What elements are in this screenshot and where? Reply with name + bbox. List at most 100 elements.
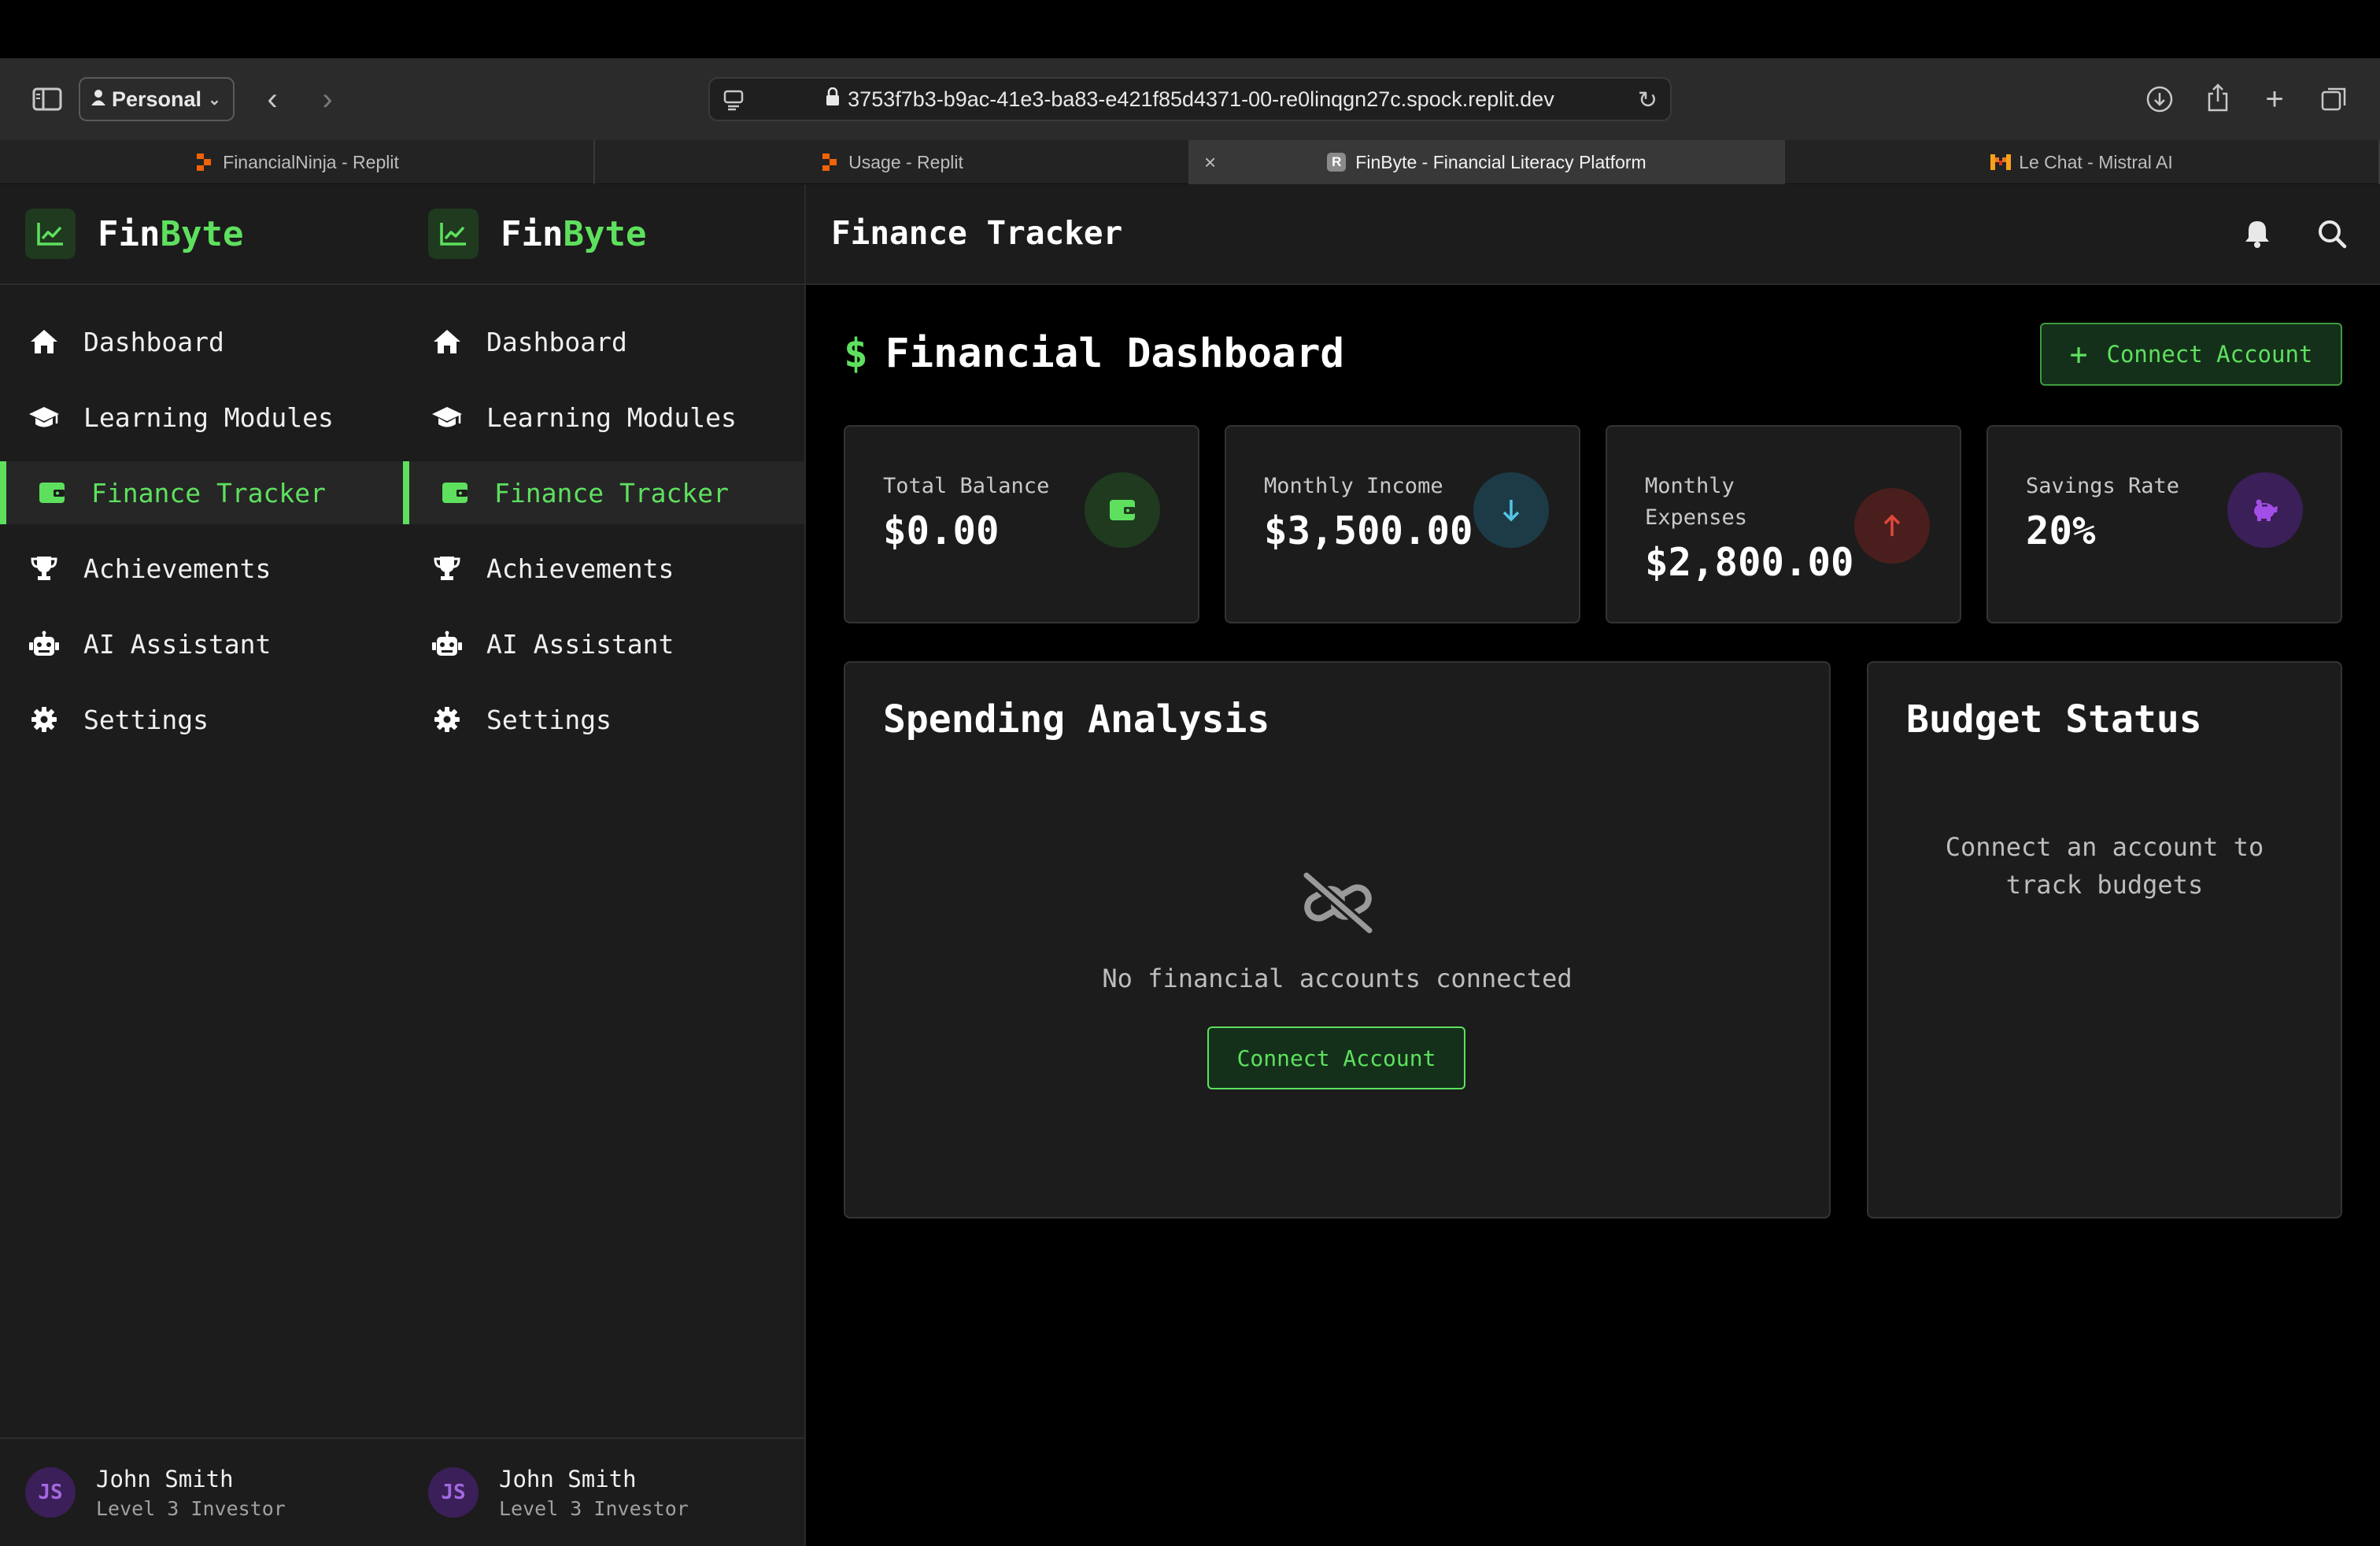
nav-label: Learning Modules <box>83 401 334 433</box>
reload-icon[interactable]: ↻ <box>1638 87 1658 114</box>
empty-state-text: No financial accounts connected <box>1102 963 1572 993</box>
person-icon <box>91 87 105 112</box>
logo-text-prefix: Fin <box>501 213 564 254</box>
connect-account-button[interactable]: + Connect Account <box>2040 323 2342 386</box>
share-icon[interactable] <box>2201 80 2235 115</box>
stat-label: Monthly Income <box>1264 474 1443 498</box>
user-level: Level 3 Investor <box>96 1496 286 1520</box>
connect-account-label: Connect Account <box>2106 341 2313 368</box>
forward-icon[interactable]: › <box>312 82 343 117</box>
graduation-cap-icon <box>28 401 60 433</box>
wallet-icon <box>439 477 471 509</box>
r-icon: R <box>1327 153 1347 172</box>
back-icon[interactable]: ‹ <box>257 82 288 117</box>
nav-settings[interactable]: Settings <box>0 688 403 751</box>
user-name: John Smith <box>499 1465 637 1492</box>
replit-icon <box>820 153 839 172</box>
user-profile[interactable]: JS John Smith Level 3 Investor <box>0 1437 403 1546</box>
sidebar-primary: FinByte Dashboard Learning Modules Finan… <box>0 184 403 1546</box>
user-profile[interactable]: JS John Smith Level 3 Investor <box>403 1437 804 1546</box>
url-text: 3753f7b3-b9ac-41e3-ba83-e421f85d4371-00-… <box>848 87 1554 111</box>
nav-label: Achievements <box>486 553 674 584</box>
arrow-up-icon <box>1854 488 1930 564</box>
panel-title: Spending Analysis <box>883 697 1270 742</box>
browser-tab-bar: FinancialNinja - Replit Usage - Replit ×… <box>0 140 2380 184</box>
robot-icon <box>431 628 463 660</box>
tab-financialninja[interactable]: FinancialNinja - Replit <box>0 140 595 184</box>
mistral-icon <box>1990 153 2012 172</box>
nav-finance-tracker[interactable]: Finance Tracker <box>403 461 804 524</box>
bell-icon[interactable] <box>2245 219 2270 252</box>
main-content: $ Financial Dashboard + Connect Account … <box>806 285 2380 1546</box>
nav-achievements[interactable]: Achievements <box>0 537 403 600</box>
spending-analysis-panel: Spending Analysis No financial accounts … <box>844 661 1831 1219</box>
nav-finance-tracker[interactable]: Finance Tracker <box>0 461 403 524</box>
browser-toolbar: Personal ⌄ ‹ › 3753f7b3-b9ac-41e3-ba83-e… <box>0 58 2380 140</box>
nav-label: AI Assistant <box>486 628 674 660</box>
budget-empty-line-2: track budgets <box>2005 870 2204 900</box>
logo-text-suffix: Byte <box>160 213 244 254</box>
user-name: John Smith <box>96 1465 234 1492</box>
tab-le-chat[interactable]: Le Chat - Mistral AI <box>1785 140 2380 184</box>
logo-text-suffix: Byte <box>563 213 647 254</box>
sidebar-toggle-icon[interactable] <box>30 82 65 117</box>
trophy-icon <box>431 553 463 584</box>
stat-card-monthly-expenses: Monthly Expenses $2,800.00 <box>1606 425 1961 623</box>
profile-label: Personal <box>112 87 202 111</box>
dashboard-title: $ Financial Dashboard <box>844 331 1344 377</box>
gear-icon <box>431 704 463 735</box>
app-root: FinByte Dashboard Learning Modules Finan… <box>0 184 2380 1546</box>
trophy-icon <box>28 553 60 584</box>
logo[interactable]: FinByte <box>0 184 403 285</box>
arrow-down-icon <box>1473 472 1549 548</box>
gear-icon <box>28 704 60 735</box>
unlink-icon <box>1300 871 1376 937</box>
new-tab-icon[interactable]: + <box>2257 82 2292 117</box>
stat-label: Monthly Expenses <box>1645 474 1748 530</box>
nav-label: Settings <box>486 704 612 735</box>
dollar-icon: $ <box>844 331 868 377</box>
stat-card-savings-rate: Savings Rate 20% <box>1986 425 2342 623</box>
tab-label: Usage - Replit <box>848 151 963 172</box>
nav-achievements[interactable]: Achievements <box>403 537 804 600</box>
nav-ai-assistant[interactable]: AI Assistant <box>0 612 403 675</box>
download-icon[interactable] <box>2142 82 2177 117</box>
app-header: Finance Tracker <box>806 184 2380 285</box>
wallet-icon <box>1085 472 1160 548</box>
avatar: JS <box>428 1467 479 1518</box>
connect-account-button[interactable]: Connect Account <box>1207 1026 1465 1089</box>
tab-finbyte[interactable]: × R FinByte - Financial Literacy Platfor… <box>1190 140 1785 184</box>
page-settings-icon[interactable] <box>722 88 746 117</box>
wallet-icon <box>36 477 68 509</box>
chart-line-icon <box>428 209 479 259</box>
tab-overview-icon[interactable] <box>2317 82 2352 117</box>
close-tab-icon[interactable]: × <box>1204 150 1216 175</box>
address-bar[interactable]: 3753f7b3-b9ac-41e3-ba83-e421f85d4371-00-… <box>708 77 1672 121</box>
nav-ai-assistant[interactable]: AI Assistant <box>403 612 804 675</box>
sidebar-secondary: FinByte Dashboard Learning Modules Finan… <box>403 184 806 1546</box>
nav-dashboard[interactable]: Dashboard <box>403 310 804 373</box>
tab-label: FinancialNinja - Replit <box>223 151 399 172</box>
nav-label: Finance Tracker <box>91 477 327 509</box>
stat-value: $3,500.00 <box>1264 509 1473 553</box>
nav-label: Settings <box>83 704 209 735</box>
panel-title: Budget Status <box>1906 697 2202 742</box>
nav-dashboard[interactable]: Dashboard <box>0 310 403 373</box>
nav-learning-modules[interactable]: Learning Modules <box>0 386 403 449</box>
tab-label: FinByte - Financial Literacy Platform <box>1355 151 1646 172</box>
logo[interactable]: FinByte <box>403 184 804 285</box>
tab-usage[interactable]: Usage - Replit <box>595 140 1190 184</box>
home-icon <box>28 326 60 357</box>
profile-selector[interactable]: Personal ⌄ <box>79 77 235 121</box>
nav-label: Dashboard <box>486 326 627 357</box>
stat-card-monthly-income: Monthly Income $3,500.00 <box>1225 425 1580 623</box>
nav-learning-modules[interactable]: Learning Modules <box>403 386 804 449</box>
chart-line-icon <box>25 209 76 259</box>
search-icon[interactable] <box>2317 219 2347 252</box>
system-top-bar <box>0 0 2380 58</box>
stat-label: Total Balance <box>883 474 1050 498</box>
nav-settings[interactable]: Settings <box>403 688 804 751</box>
stat-value: $2,800.00 <box>1645 540 1854 585</box>
piggy-bank-icon <box>2227 472 2303 548</box>
stat-value: $0.00 <box>883 509 1000 553</box>
